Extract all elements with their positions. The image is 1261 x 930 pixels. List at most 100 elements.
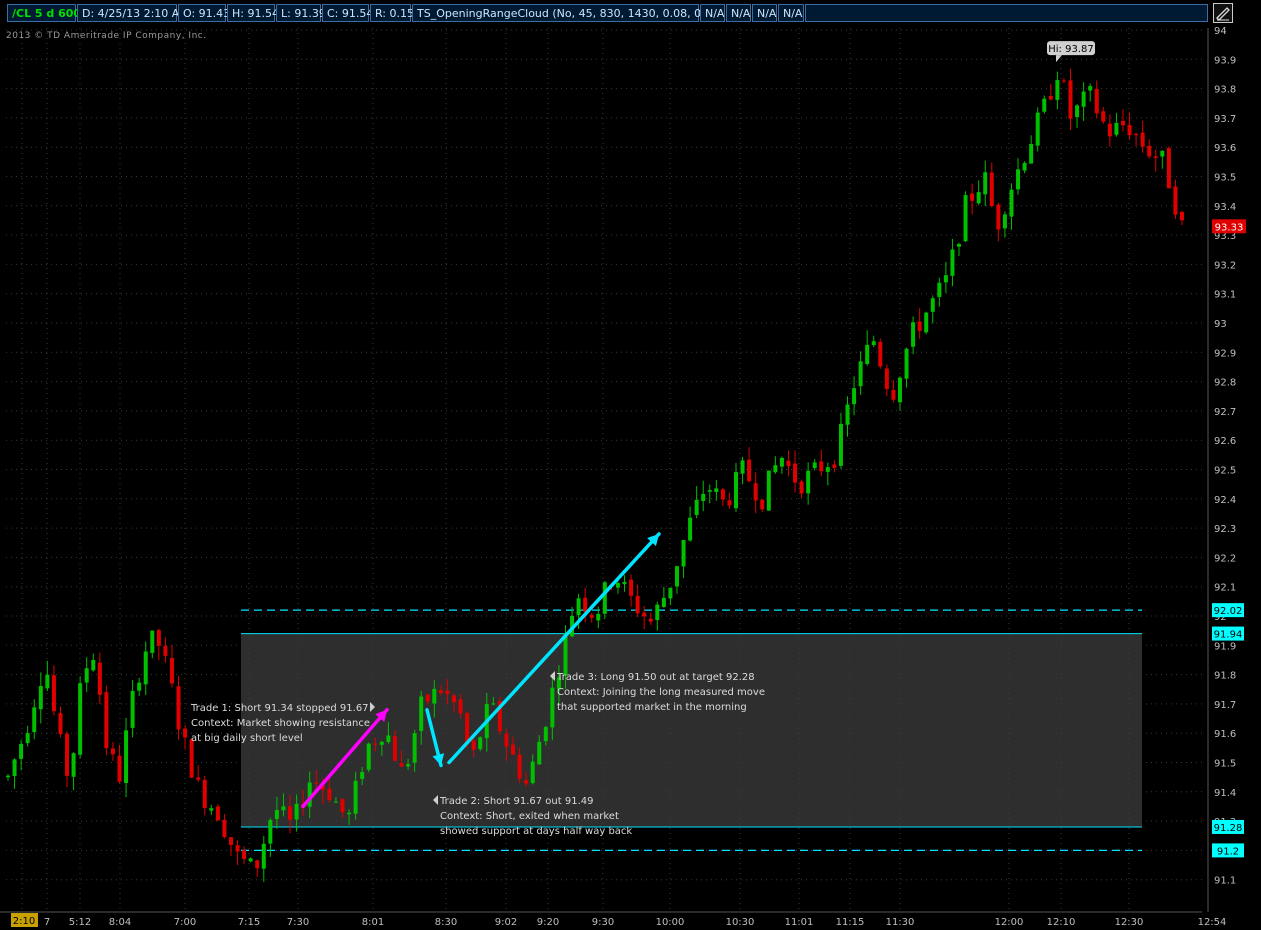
candle-body	[1166, 148, 1171, 189]
candle-body	[327, 788, 332, 801]
candle-body	[222, 819, 227, 838]
candle-body	[615, 583, 620, 588]
candle-body	[281, 806, 286, 811]
candle-body	[524, 780, 529, 784]
last-price-label: 93.33	[1215, 222, 1244, 233]
candle-body	[6, 775, 10, 778]
candle-body	[156, 630, 161, 646]
candle-body	[347, 812, 352, 815]
time-axis[interactable]: 2:10 7 5:12 8:04 7:00 7:15 7:30 8:01 8:30 9:02 9:2…	[0, 911, 1226, 928]
candle-body	[668, 587, 673, 599]
candle-body	[517, 754, 522, 779]
candle-body	[451, 695, 456, 703]
candle-body	[707, 490, 712, 492]
price-tick-label: 91.8	[1214, 671, 1236, 682]
candle-body	[753, 483, 758, 501]
candle-body	[976, 192, 981, 204]
price-axis[interactable]: 91.191.291.391.491.591.691.791.891.99292…	[1207, 26, 1236, 912]
candle-body	[1075, 105, 1080, 118]
annotation-3-line: Trade 3: Long 91.50 out at target 92.28	[556, 672, 755, 683]
price-chart[interactable]: Trade 1: Short 91.34 stopped 91.67 Contex…	[0, 0, 1261, 930]
candle-body	[45, 674, 50, 689]
time-tick-label: 7:15	[238, 917, 260, 928]
candle-body	[943, 275, 948, 283]
price-tick-label: 93.1	[1214, 290, 1236, 301]
price-tick-label: 93.4	[1214, 202, 1236, 213]
candle-body	[596, 613, 601, 621]
candle-body	[537, 741, 542, 765]
candle-body	[38, 686, 43, 710]
candle-body	[1160, 150, 1165, 157]
price-tick-label: 93.8	[1214, 85, 1236, 96]
candle-body	[937, 282, 942, 297]
candle-body	[19, 743, 24, 759]
candle-body	[288, 806, 293, 820]
time-tick-label: 12:10	[1047, 917, 1076, 928]
candle-body	[117, 755, 122, 782]
candle-body	[314, 782, 319, 784]
candle-body	[760, 499, 765, 510]
annotation-1-line: at big daily short level	[191, 733, 303, 744]
candle-body	[1180, 212, 1184, 221]
candle-body	[530, 761, 535, 784]
candle-body	[386, 735, 391, 743]
price-tick-label: 94	[1214, 26, 1227, 37]
candle-body	[832, 464, 837, 468]
candle-body	[878, 342, 883, 367]
candle-body	[78, 683, 83, 755]
candle-body	[392, 736, 397, 761]
annotation-2-line: showed support at days half way back	[440, 826, 632, 837]
candle-body	[71, 753, 76, 777]
candle-body	[504, 733, 509, 747]
time-tick-label: 9:20	[537, 917, 559, 928]
candle-body	[438, 690, 443, 694]
candle-body	[491, 703, 496, 705]
candle-body	[891, 390, 896, 400]
candle-body	[720, 489, 725, 500]
candle-body	[360, 772, 365, 779]
candle-body	[983, 172, 988, 195]
candle-body	[648, 618, 653, 622]
price-tick-label: 91.4	[1214, 788, 1236, 799]
candle-body	[970, 193, 975, 201]
candle-body	[1088, 86, 1093, 91]
candle-body	[425, 694, 430, 702]
candle-body	[786, 460, 791, 467]
candle-body	[196, 777, 201, 780]
high-marker-label: Hi: 93.87	[1048, 44, 1093, 55]
candle-body	[189, 739, 194, 778]
annotation-3-line: that supported market in the morning	[557, 702, 747, 713]
level-badge-label: 92.02	[1214, 606, 1243, 617]
time-tick-label: 7	[44, 917, 50, 928]
level-badge-label: 91.28	[1214, 823, 1243, 834]
time-tick-label: 9:30	[592, 917, 614, 928]
candle-body	[1101, 111, 1106, 122]
candle-body	[904, 348, 909, 379]
candle-body	[1173, 186, 1178, 215]
candle-body	[740, 460, 745, 474]
candle-body	[261, 843, 266, 869]
price-tick-label: 91.1	[1214, 876, 1236, 887]
candle-body	[655, 604, 660, 621]
candle-body	[1140, 132, 1145, 147]
candle-body	[806, 470, 811, 494]
candle-body	[845, 404, 850, 425]
candle-body	[911, 322, 916, 347]
price-tick-label: 93.6	[1214, 143, 1236, 154]
candle-body	[1029, 143, 1034, 164]
candle-body	[202, 779, 207, 809]
price-tick-label: 92.4	[1214, 495, 1236, 506]
candle-body	[884, 368, 889, 390]
candle-body	[511, 744, 516, 755]
candle-body	[989, 172, 994, 206]
price-tick-label: 92.5	[1214, 466, 1236, 477]
candle-body	[228, 837, 233, 845]
candle-body	[84, 668, 89, 683]
candle-body	[255, 860, 260, 869]
time-tick-label: 8:04	[109, 917, 131, 928]
candle-body	[543, 726, 548, 742]
time-tick-label: 7:00	[174, 917, 196, 928]
candle-body	[215, 806, 220, 821]
candle-body	[32, 707, 37, 733]
candle-body	[143, 651, 148, 685]
